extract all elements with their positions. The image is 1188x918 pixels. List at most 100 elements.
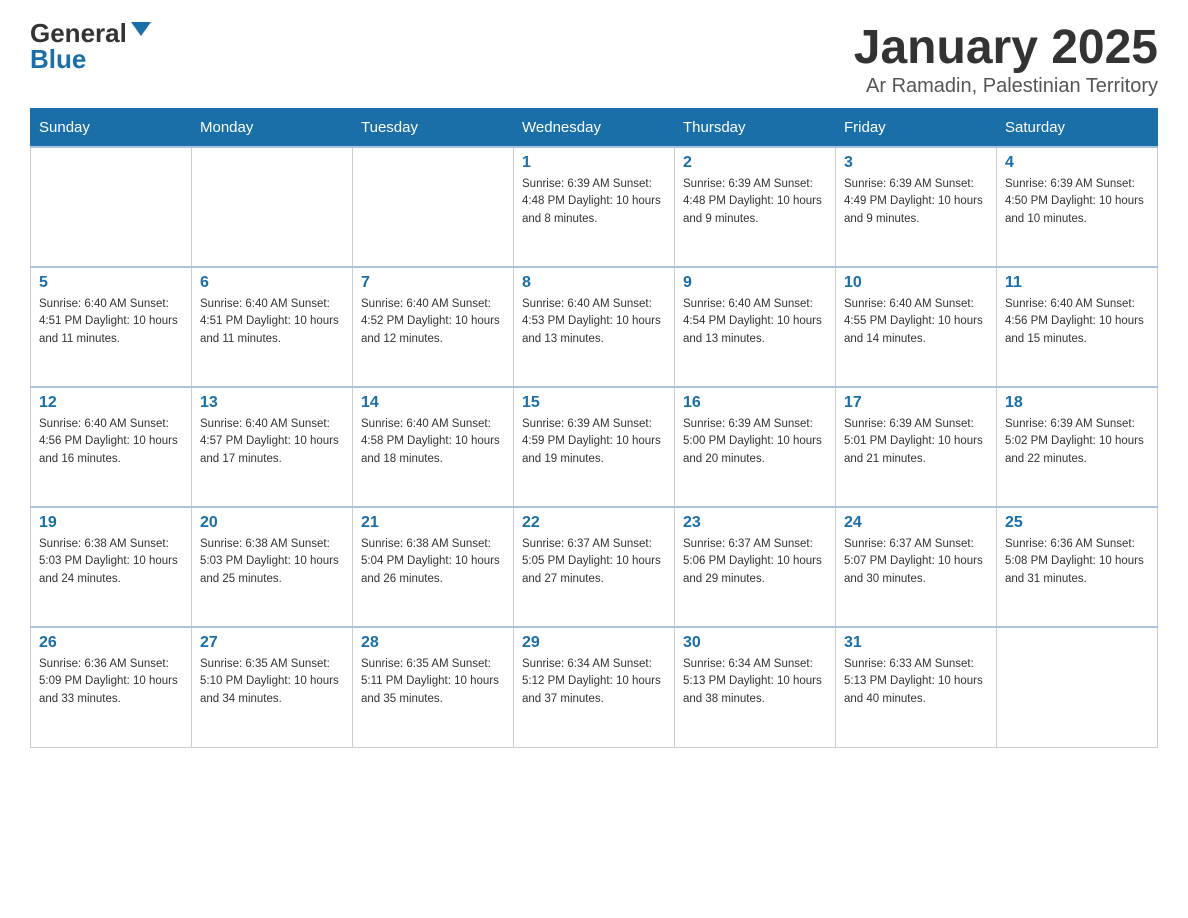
calendar-cell: 11Sunrise: 6:40 AM Sunset: 4:56 PM Dayli… [997, 267, 1158, 387]
calendar-cell: 31 Sunrise: 6:33 AM Sunset: 5:13 PM Dayli… [836, 627, 997, 747]
day-number: 5 [39, 274, 183, 292]
day-number: 13 [200, 394, 344, 412]
day-info: Sunrise: 6:40 AM Sunset: 4:56 PM Dayligh… [39, 416, 183, 468]
day-number: 20 [200, 514, 344, 532]
calendar-cell: 18 Sunrise: 6:39 AM Sunset: 5:02 PM Dayli… [997, 387, 1158, 507]
calendar-cell: 24 Sunrise: 6:37 AM Sunset: 5:07 PM Dayli… [836, 507, 997, 627]
calendar-cell: 7 Sunrise: 6:40 AM Sunset: 4:52 PM Daylig… [353, 267, 514, 387]
calendar-cell: 21 Sunrise: 6:38 AM Sunset: 5:04 PM Dayli… [353, 507, 514, 627]
day-info: Sunrise: 6:39 AM Sunset: 4:48 PM Dayligh… [522, 176, 666, 228]
week-row-5: 26 Sunrise: 6:36 AM Sunset: 5:09 PM Dayli… [31, 627, 1158, 747]
title-section: January 2025 Ar Ramadin, Palestinian Ter… [854, 20, 1158, 98]
logo-general-text: General [30, 20, 127, 46]
calendar-cell [31, 147, 192, 267]
day-number: 11 [1005, 274, 1149, 292]
day-info: Sunrise: 6:37 AM Sunset: 5:05 PM Dayligh… [522, 536, 666, 588]
weekday-header-thursday: Thursday [675, 109, 836, 148]
calendar-cell: 2Sunrise: 6:39 AM Sunset: 4:48 PM Daylig… [675, 147, 836, 267]
day-number: 7 [361, 274, 505, 292]
day-info: Sunrise: 6:40 AM Sunset: 4:52 PM Dayligh… [361, 296, 505, 348]
calendar-cell [353, 147, 514, 267]
calendar-cell: 1 Sunrise: 6:39 AM Sunset: 4:48 PM Daylig… [514, 147, 675, 267]
day-info: Sunrise: 6:40 AM Sunset: 4:58 PM Dayligh… [361, 416, 505, 468]
calendar-cell: 16 Sunrise: 6:39 AM Sunset: 5:00 PM Dayli… [675, 387, 836, 507]
day-info: Sunrise: 6:33 AM Sunset: 5:13 PM Dayligh… [844, 656, 988, 708]
calendar-cell: 4Sunrise: 6:39 AM Sunset: 4:50 PM Daylig… [997, 147, 1158, 267]
calendar-cell: 13 Sunrise: 6:40 AM Sunset: 4:57 PM Dayli… [192, 387, 353, 507]
day-number: 2 [683, 154, 827, 172]
location-subtitle: Ar Ramadin, Palestinian Territory [854, 75, 1158, 98]
calendar-cell: 10Sunrise: 6:40 AM Sunset: 4:55 PM Dayli… [836, 267, 997, 387]
day-info: Sunrise: 6:40 AM Sunset: 4:54 PM Dayligh… [683, 296, 827, 348]
calendar-cell: 5 Sunrise: 6:40 AM Sunset: 4:51 PM Daylig… [31, 267, 192, 387]
day-info: Sunrise: 6:40 AM Sunset: 4:51 PM Dayligh… [200, 296, 344, 348]
day-number: 25 [1005, 514, 1149, 532]
day-number: 6 [200, 274, 344, 292]
day-info: Sunrise: 6:38 AM Sunset: 5:03 PM Dayligh… [39, 536, 183, 588]
day-number: 21 [361, 514, 505, 532]
day-info: Sunrise: 6:39 AM Sunset: 5:02 PM Dayligh… [1005, 416, 1149, 468]
day-info: Sunrise: 6:39 AM Sunset: 5:00 PM Dayligh… [683, 416, 827, 468]
day-info: Sunrise: 6:35 AM Sunset: 5:10 PM Dayligh… [200, 656, 344, 708]
day-number: 30 [683, 634, 827, 652]
day-number: 9 [683, 274, 827, 292]
week-row-1: 1 Sunrise: 6:39 AM Sunset: 4:48 PM Daylig… [31, 147, 1158, 267]
day-info: Sunrise: 6:39 AM Sunset: 4:59 PM Dayligh… [522, 416, 666, 468]
day-info: Sunrise: 6:36 AM Sunset: 5:09 PM Dayligh… [39, 656, 183, 708]
day-info: Sunrise: 6:37 AM Sunset: 5:07 PM Dayligh… [844, 536, 988, 588]
day-info: Sunrise: 6:34 AM Sunset: 5:13 PM Dayligh… [683, 656, 827, 708]
weekday-header-tuesday: Tuesday [353, 109, 514, 148]
calendar-cell: 27 Sunrise: 6:35 AM Sunset: 5:10 PM Dayli… [192, 627, 353, 747]
logo-blue-text: Blue [30, 46, 86, 72]
week-row-3: 12 Sunrise: 6:40 AM Sunset: 4:56 PM Dayli… [31, 387, 1158, 507]
month-title: January 2025 [854, 20, 1158, 75]
calendar-cell: 3Sunrise: 6:39 AM Sunset: 4:49 PM Daylig… [836, 147, 997, 267]
day-number: 29 [522, 634, 666, 652]
day-info: Sunrise: 6:40 AM Sunset: 4:51 PM Dayligh… [39, 296, 183, 348]
weekday-header-sunday: Sunday [31, 109, 192, 148]
day-info: Sunrise: 6:38 AM Sunset: 5:04 PM Dayligh… [361, 536, 505, 588]
day-number: 27 [200, 634, 344, 652]
day-number: 14 [361, 394, 505, 412]
day-info: Sunrise: 6:40 AM Sunset: 4:53 PM Dayligh… [522, 296, 666, 348]
calendar-cell: 15 Sunrise: 6:39 AM Sunset: 4:59 PM Dayli… [514, 387, 675, 507]
calendar-cell: 12 Sunrise: 6:40 AM Sunset: 4:56 PM Dayli… [31, 387, 192, 507]
day-number: 18 [1005, 394, 1149, 412]
day-number: 31 [844, 634, 988, 652]
day-number: 12 [39, 394, 183, 412]
calendar-table: SundayMondayTuesdayWednesdayThursdayFrid… [30, 108, 1158, 748]
day-number: 16 [683, 394, 827, 412]
day-info: Sunrise: 6:37 AM Sunset: 5:06 PM Dayligh… [683, 536, 827, 588]
calendar-cell: 30 Sunrise: 6:34 AM Sunset: 5:13 PM Dayli… [675, 627, 836, 747]
day-number: 26 [39, 634, 183, 652]
day-info: Sunrise: 6:39 AM Sunset: 5:01 PM Dayligh… [844, 416, 988, 468]
week-row-2: 5 Sunrise: 6:40 AM Sunset: 4:51 PM Daylig… [31, 267, 1158, 387]
day-info: Sunrise: 6:40 AM Sunset: 4:57 PM Dayligh… [200, 416, 344, 468]
day-info: Sunrise: 6:39 AM Sunset: 4:49 PM Dayligh… [844, 176, 988, 228]
day-number: 15 [522, 394, 666, 412]
logo: General Blue [30, 20, 151, 72]
day-number: 24 [844, 514, 988, 532]
calendar-cell: 23 Sunrise: 6:37 AM Sunset: 5:06 PM Dayli… [675, 507, 836, 627]
calendar-cell: 17Sunrise: 6:39 AM Sunset: 5:01 PM Dayli… [836, 387, 997, 507]
calendar-cell: 20 Sunrise: 6:38 AM Sunset: 5:03 PM Dayli… [192, 507, 353, 627]
calendar-cell: 6 Sunrise: 6:40 AM Sunset: 4:51 PM Daylig… [192, 267, 353, 387]
weekday-header-friday: Friday [836, 109, 997, 148]
week-row-4: 19 Sunrise: 6:38 AM Sunset: 5:03 PM Dayli… [31, 507, 1158, 627]
day-number: 23 [683, 514, 827, 532]
weekday-header-row: SundayMondayTuesdayWednesdayThursdayFrid… [31, 109, 1158, 148]
calendar-cell [997, 627, 1158, 747]
day-number: 8 [522, 274, 666, 292]
day-info: Sunrise: 6:38 AM Sunset: 5:03 PM Dayligh… [200, 536, 344, 588]
weekday-header-saturday: Saturday [997, 109, 1158, 148]
calendar-cell: 26 Sunrise: 6:36 AM Sunset: 5:09 PM Dayli… [31, 627, 192, 747]
logo-triangle-icon [131, 22, 151, 36]
calendar-cell [192, 147, 353, 267]
calendar-cell: 28Sunrise: 6:35 AM Sunset: 5:11 PM Dayli… [353, 627, 514, 747]
calendar-cell: 9 Sunrise: 6:40 AM Sunset: 4:54 PM Daylig… [675, 267, 836, 387]
weekday-header-monday: Monday [192, 109, 353, 148]
day-number: 19 [39, 514, 183, 532]
day-number: 1 [522, 154, 666, 172]
day-number: 28 [361, 634, 505, 652]
weekday-header-wednesday: Wednesday [514, 109, 675, 148]
